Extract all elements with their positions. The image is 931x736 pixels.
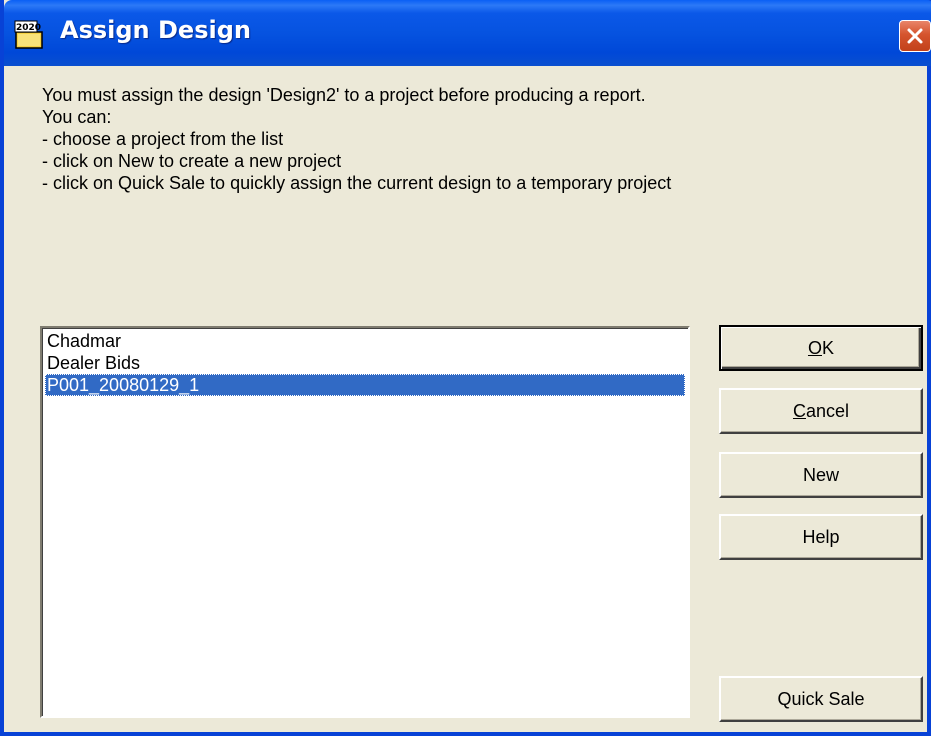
list-item[interactable]: Dealer Bids <box>45 352 685 374</box>
project-list[interactable]: Chadmar Dealer Bids P001_20080129_1 <box>40 326 690 718</box>
cancel-label: ancel <box>805 401 850 421</box>
title-bar[interactable]: 2020 Assign Design <box>4 0 931 66</box>
dialog-title: Assign Design <box>60 16 251 44</box>
close-button[interactable] <box>899 20 931 52</box>
ok-mnemonic: O <box>807 338 822 358</box>
app-icon-badge: 2020 <box>16 23 41 33</box>
list-item-selected[interactable]: P001_20080129_1 <box>45 374 685 396</box>
instruction-line: - choose a project from the list <box>42 129 284 149</box>
quick-sale-button[interactable]: Quick Sale <box>719 676 923 722</box>
assign-design-dialog: 2020 Assign Design You must assign the d… <box>0 0 931 736</box>
app-icon: 2020 <box>14 20 46 50</box>
instructions-text: You must assign the design 'Design2' to … <box>42 84 671 194</box>
ok-label: K <box>822 338 835 358</box>
cancel-mnemonic: C <box>792 401 806 421</box>
help-button[interactable]: Help <box>719 514 923 560</box>
ok-button[interactable]: OK <box>719 325 923 371</box>
close-icon <box>907 28 923 44</box>
instruction-line: You must assign the design 'Design2' to … <box>42 85 646 105</box>
new-button[interactable]: New <box>719 452 923 498</box>
cancel-button[interactable]: Cancel <box>719 388 923 434</box>
list-item[interactable]: Chadmar <box>45 330 685 352</box>
instruction-line: - click on New to create a new project <box>42 151 342 171</box>
instruction-line: - click on Quick Sale to quickly assign … <box>42 173 672 193</box>
instruction-line: You can: <box>42 107 112 127</box>
